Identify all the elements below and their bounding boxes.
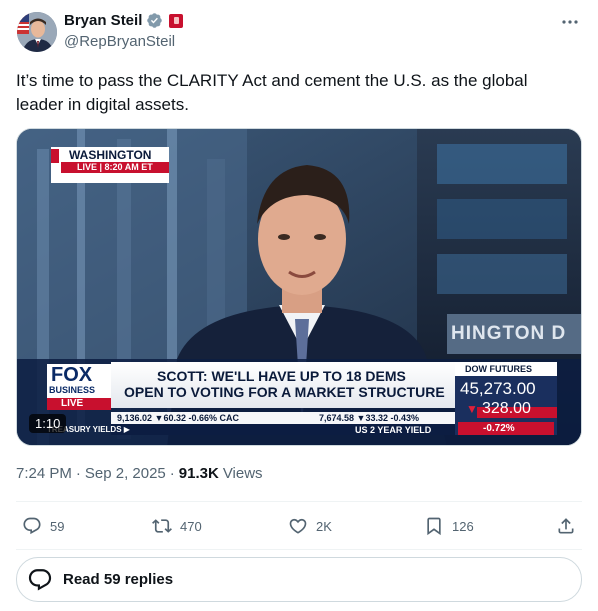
dow-futures-change: 328.00 — [482, 400, 531, 417]
tweet-time[interactable]: 7:24 PM — [16, 465, 72, 482]
network-live-label: LIVE — [61, 398, 84, 409]
network-logo-business: BUSINESS — [49, 385, 96, 395]
action-bar: 59 470 2K 126 — [16, 512, 582, 540]
bookmark-icon — [427, 517, 441, 536]
more-options-icon[interactable] — [559, 12, 581, 32]
ticker-right-subtext: US 2 YEAR YIELD — [355, 425, 432, 435]
meta-separator: · — [169, 465, 175, 482]
like-count: 2K — [316, 518, 332, 534]
network-logo-fox: FOX — [51, 364, 93, 386]
video-duration-badge: 1:10 — [29, 414, 67, 433]
bookmark-button[interactable]: 126 — [424, 512, 474, 540]
like-button[interactable]: 2K — [288, 512, 332, 540]
read-replies-label: Read 59 replies — [63, 571, 174, 588]
views-count: 91.3K — [178, 465, 219, 482]
dow-futures-change-arrow: ▼ — [466, 402, 478, 416]
repost-icon — [152, 519, 172, 533]
headline-line-1: SCOTT: WE'LL HAVE UP TO 18 DEMS — [157, 368, 406, 384]
read-replies-button[interactable]: Read 59 replies — [16, 557, 582, 602]
reply-icon — [23, 517, 41, 535]
reply-icon — [28, 568, 52, 591]
author-handle[interactable]: @RepBryanSteil — [64, 33, 175, 50]
headline-line-2: OPEN TO VOTING FOR A MARKET STRUCTURE — [124, 384, 445, 400]
ticker-right-text: 7,674.58 ▼33.32 -0.43% — [319, 413, 419, 423]
share-button[interactable] — [556, 512, 576, 540]
dow-futures-value: 45,273.00 — [460, 379, 536, 398]
video-player[interactable]: WASHINGTON LIVE | 8:20 AM ET HINGTON D F… — [16, 128, 582, 446]
verified-badge-icon — [147, 13, 163, 28]
dow-futures-percent: -0.72% — [483, 423, 515, 434]
reply-button[interactable]: 59 — [22, 512, 64, 540]
tweet-meta: 7:24 PM · Sep 2, 2025 · 91.3K Views — [16, 465, 263, 482]
views-label: Views — [222, 465, 263, 482]
live-time-text: LIVE | 8:20 AM ET — [77, 162, 153, 172]
reply-count: 59 — [50, 518, 65, 534]
author-display-name[interactable]: Bryan Steil — [64, 12, 142, 29]
meta-separator: · — [75, 465, 81, 482]
bookmark-count: 126 — [452, 518, 474, 534]
heart-icon — [289, 518, 307, 534]
ticker-left-text: 9,136.02 ▼60.32 -0.66% CAC — [117, 413, 239, 423]
tweet-text: It’s time to pass the CLARITY Act and ce… — [16, 71, 528, 114]
location-bug-text: WASHINGTON — [69, 148, 152, 162]
avatar[interactable] — [17, 12, 57, 52]
repost-button[interactable]: 470 — [152, 512, 202, 540]
share-icon — [558, 518, 574, 534]
government-affiliation-badge-icon — [169, 13, 184, 28]
repost-count: 470 — [180, 518, 202, 534]
tweet-date[interactable]: Sep 2, 2025 — [85, 465, 166, 482]
divider — [16, 501, 582, 502]
backdrop-text: HINGTON D — [451, 323, 567, 344]
divider — [16, 549, 582, 550]
author-name-row: Bryan Steil — [64, 12, 184, 29]
dow-futures-label: DOW FUTURES — [465, 364, 532, 374]
